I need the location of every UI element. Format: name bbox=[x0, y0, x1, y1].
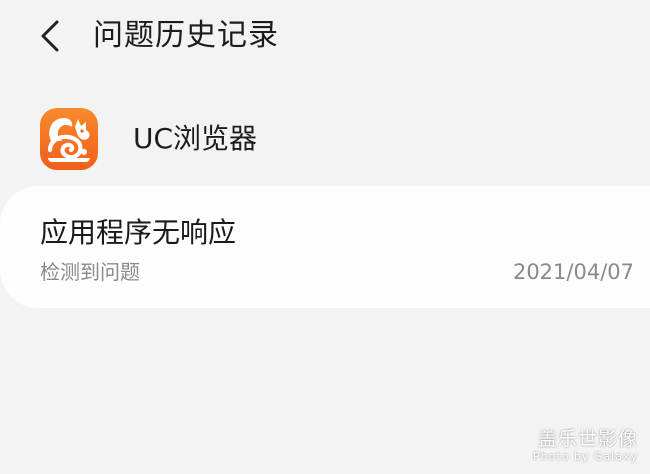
problem-card[interactable]: 应用程序无响应 检测到问题 2021/04/07 bbox=[0, 186, 650, 308]
app-name: UC浏览器 bbox=[133, 122, 258, 155]
problem-status: 检测到问题 bbox=[40, 260, 140, 284]
chevron-left-icon bbox=[41, 20, 59, 52]
problem-date: 2021/04/07 bbox=[512, 260, 634, 284]
watermark-sub-text: Photo by Galaxy bbox=[533, 450, 638, 463]
app-info-row: UC浏览器 bbox=[0, 104, 650, 174]
problem-title: 应用程序无响应 bbox=[40, 216, 237, 249]
watermark-main-text: 盖乐世影像 bbox=[537, 428, 638, 450]
galaxy-watermark: 盖乐世影像 Photo by Galaxy bbox=[528, 428, 638, 463]
back-button[interactable] bbox=[30, 16, 70, 56]
problem-history-screen: 问题历史记录 UC浏览器 应用程序无响应 检测到问题 2021/04/07 盖乐… bbox=[0, 0, 650, 474]
uc-browser-squirrel-icon bbox=[40, 108, 98, 170]
app-bar: 问题历史记录 bbox=[0, 0, 650, 74]
page-title: 问题历史记录 bbox=[93, 18, 279, 53]
